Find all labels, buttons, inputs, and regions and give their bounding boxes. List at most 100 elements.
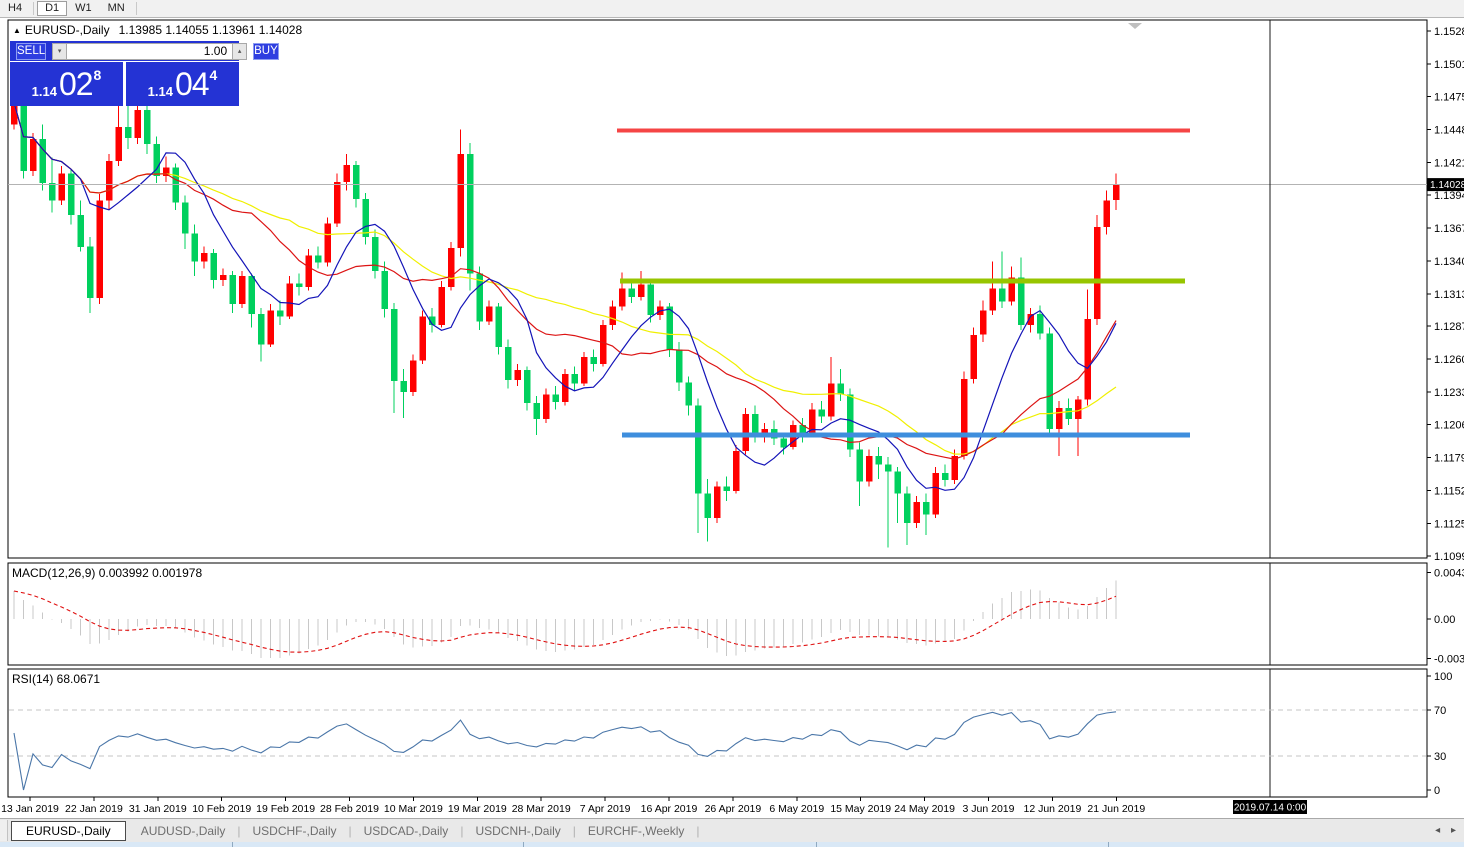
svg-text:1.12600: 1.12600 <box>1434 354 1464 366</box>
chart-ohlc-values: 1.13985 1.14055 1.13961 1.14028 <box>119 23 303 37</box>
sell-price-big: 02 <box>59 64 93 104</box>
svg-text:1.11795: 1.11795 <box>1434 453 1464 465</box>
tab-bar-grip <box>0 820 8 841</box>
volume-stepper: ▾ ▴ <box>52 43 247 60</box>
price-axis: 1.152851.150151.147501.144801.142101.139… <box>1427 26 1464 563</box>
chart-markers <box>1128 23 1142 29</box>
tab-separator: | <box>460 824 463 838</box>
svg-text:1.13405: 1.13405 <box>1434 256 1464 268</box>
toolbar-separator <box>136 2 137 15</box>
scrollbar-tick <box>232 842 233 847</box>
svg-text:0.004359: 0.004359 <box>1434 567 1464 579</box>
date-axis: 13 Jan 201922 Jan 201931 Jan 201910 Feb … <box>1 797 1145 815</box>
svg-text:28 Feb 2019: 28 Feb 2019 <box>320 803 379 815</box>
buy-price-prefix: 1.14 <box>148 84 173 99</box>
tab-eurchf-weekly[interactable]: EURCHF-,Weekly <box>577 822 695 840</box>
svg-text:16 Apr 2019: 16 Apr 2019 <box>641 803 698 815</box>
timeframe-toolbar: H4 D1 W1 MN <box>0 0 1464 18</box>
svg-text:1.10990: 1.10990 <box>1434 551 1464 563</box>
sell-button[interactable]: SELL <box>16 43 46 60</box>
moving-averages <box>14 103 1116 491</box>
tab-usdcad-daily[interactable]: USDCAD-,Daily <box>353 822 460 840</box>
volume-input[interactable] <box>67 43 232 60</box>
svg-text:24 May 2019: 24 May 2019 <box>894 803 955 815</box>
svg-text:13 Jan 2019: 13 Jan 2019 <box>1 803 59 815</box>
svg-text:1.13675: 1.13675 <box>1434 223 1464 235</box>
svg-text:70: 70 <box>1434 705 1446 717</box>
svg-text:100: 100 <box>1434 671 1452 683</box>
trade-panel-prices: 1.14028 1.14044 <box>10 62 239 106</box>
tab-scroll-left-icon[interactable]: ◂ <box>1435 825 1440 836</box>
resistance-line <box>617 129 1190 133</box>
volume-decrease-button[interactable]: ▾ <box>52 43 67 60</box>
svg-text:28 Mar 2019: 28 Mar 2019 <box>512 803 571 815</box>
buy-price-display[interactable]: 1.14044 <box>126 62 239 106</box>
timeframe-h4-button[interactable]: H4 <box>0 1 30 16</box>
tab-usdcnh-daily[interactable]: USDCNH-,Daily <box>464 822 571 840</box>
breakout-line <box>620 279 1185 284</box>
horizontal-scrollbar[interactable] <box>0 842 1464 847</box>
svg-text:10 Feb 2019: 10 Feb 2019 <box>192 803 251 815</box>
scrollbar-tick <box>523 842 524 847</box>
horizontal-level-lines <box>617 129 1190 438</box>
support-line <box>622 433 1190 438</box>
svg-text:1.13135: 1.13135 <box>1434 289 1464 301</box>
svg-text:10 Mar 2019: 10 Mar 2019 <box>384 803 443 815</box>
tab-separator: | <box>349 824 352 838</box>
macd-indicator-label: MACD(12,26,9) 0.003992 0.001978 <box>12 566 202 580</box>
chart-tab-bar: EURUSD-,Daily AUDUSD-,Daily | USDCHF-,Da… <box>0 818 1464 842</box>
svg-text:1.12330: 1.12330 <box>1434 387 1464 399</box>
tab-separator: | <box>237 824 240 838</box>
ma_fast-line <box>14 103 1116 491</box>
chart-header: ▲EURUSD-,Daily1.13985 1.14055 1.13961 1.… <box>13 23 302 37</box>
svg-text:7 Apr 2019: 7 Apr 2019 <box>580 803 631 815</box>
svg-text:6 May 2019: 6 May 2019 <box>769 803 824 815</box>
tab-separator: | <box>696 824 699 838</box>
sell-price-prefix: 1.14 <box>32 84 57 99</box>
svg-text:31 Jan 2019: 31 Jan 2019 <box>129 803 187 815</box>
svg-text:1.15015: 1.15015 <box>1434 59 1464 71</box>
svg-text:2019.07.14 0:00: 2019.07.14 0:00 <box>1234 803 1307 814</box>
scrollbar-tick <box>816 842 817 847</box>
scroll-to-end-marker-icon <box>1128 23 1142 29</box>
svg-text:1.11525: 1.11525 <box>1434 486 1464 498</box>
volume-increase-button[interactable]: ▴ <box>232 43 247 60</box>
svg-text:1.14750: 1.14750 <box>1434 91 1464 103</box>
symbol-triangle-icon: ▲ <box>13 26 21 35</box>
svg-text:0.00: 0.00 <box>1434 614 1455 626</box>
tab-separator: | <box>573 824 576 838</box>
tab-usdchf-daily[interactable]: USDCHF-,Daily <box>242 822 348 840</box>
chart-canvas: 1.152851.150151.147501.144801.142101.139… <box>0 0 1464 818</box>
rsi-indicator-label: RSI(14) 68.0671 <box>12 672 100 686</box>
down-arrow-icon: ▾ <box>58 48 62 55</box>
sell-price-display[interactable]: 1.14028 <box>10 62 123 106</box>
svg-text:-0.00371: -0.00371 <box>1434 654 1464 666</box>
timeframe-w1-button[interactable]: W1 <box>67 1 100 16</box>
buy-price-big: 04 <box>175 64 209 104</box>
current-price-tag: 1.14028 <box>1427 178 1464 191</box>
rsi-panel: 10070300 <box>9 671 1452 797</box>
svg-text:1.12065: 1.12065 <box>1434 420 1464 432</box>
tab-scroll-right-icon[interactable]: ▸ <box>1451 825 1456 836</box>
svg-text:1.15285: 1.15285 <box>1434 26 1464 38</box>
svg-text:26 Apr 2019: 26 Apr 2019 <box>705 803 762 815</box>
svg-text:19 Feb 2019: 19 Feb 2019 <box>256 803 315 815</box>
buy-price-pipette: 4 <box>210 67 218 83</box>
scrollbar-tick <box>1108 842 1109 847</box>
sell-price-pipette: 8 <box>94 67 102 83</box>
svg-text:3 Jun 2019: 3 Jun 2019 <box>963 803 1015 815</box>
candlestick-series <box>11 93 1120 548</box>
svg-text:1.13945: 1.13945 <box>1434 190 1464 202</box>
selected-date-tag: 2019.07.14 0:00 <box>1233 800 1307 814</box>
tab-audusd-daily[interactable]: AUDUSD-,Daily <box>130 822 237 840</box>
buy-button[interactable]: BUY <box>253 43 279 60</box>
svg-text:12 Jun 2019: 12 Jun 2019 <box>1023 803 1081 815</box>
timeframe-mn-button[interactable]: MN <box>100 1 133 16</box>
trade-panel-controls: SELL ▾ ▴ BUY <box>10 41 239 61</box>
tab-scroll-arrows: ◂ ▸ <box>1427 825 1456 836</box>
macd-panel: 0.004359 0.00 -0.00371 <box>14 567 1464 665</box>
tab-eurusd-daily[interactable]: EURUSD-,Daily <box>11 821 126 841</box>
svg-text:30: 30 <box>1434 751 1446 763</box>
timeframe-d1-button[interactable]: D1 <box>37 1 67 16</box>
rsi-line <box>14 712 1116 790</box>
